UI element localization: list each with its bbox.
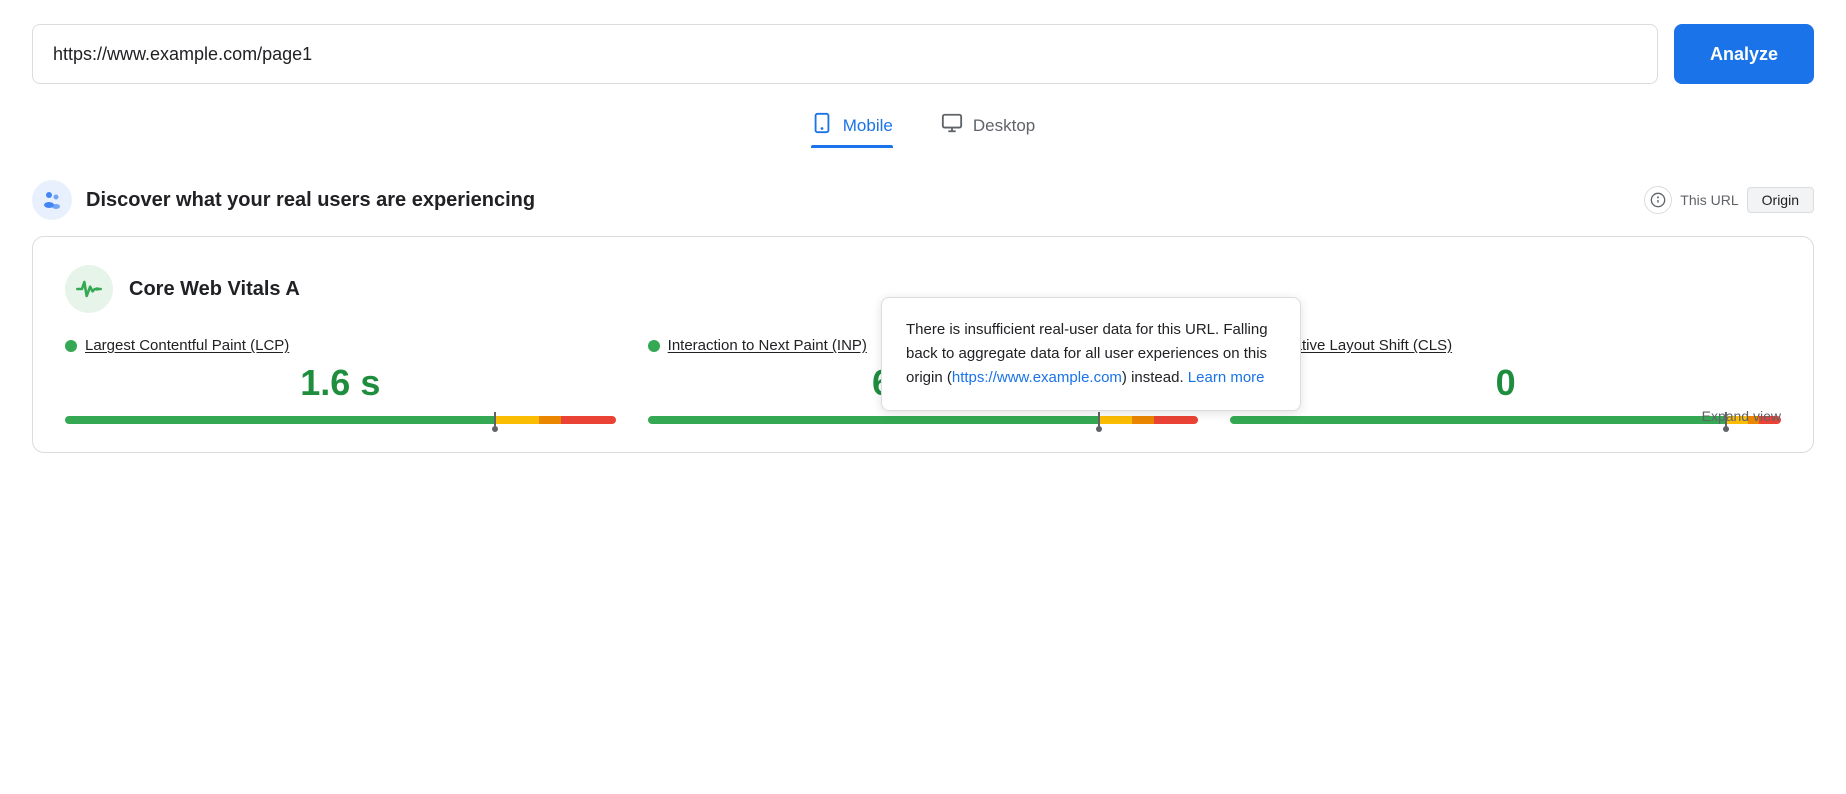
url-input[interactable]: [32, 24, 1658, 84]
section-title: Discover what your real users are experi…: [86, 189, 535, 212]
section-title-group: Discover what your real users are experi…: [32, 180, 535, 220]
inp-status-dot: [648, 340, 660, 352]
cls-label-row: Cumulative Layout Shift (CLS): [1230, 337, 1781, 354]
metric-lcp: Largest Contentful Paint (LCP) 1.6 s: [65, 337, 616, 424]
inp-bar-yellow: [1099, 416, 1132, 424]
cls-bar-green: [1230, 416, 1726, 424]
tab-mobile[interactable]: Mobile: [811, 112, 893, 148]
metric-cls: Cumulative Layout Shift (CLS) 0: [1230, 337, 1781, 424]
inp-bar: [648, 416, 1199, 424]
lcp-bar-yellow: [495, 416, 539, 424]
lcp-value: 1.6 s: [65, 362, 616, 404]
inp-bar-green: [648, 416, 1100, 424]
tooltip-link[interactable]: https://www.example.com: [952, 369, 1122, 386]
section-avatar: [32, 180, 72, 220]
tab-desktop[interactable]: Desktop: [941, 112, 1035, 148]
inp-bar-red: [1154, 416, 1198, 424]
this-url-label[interactable]: This URL: [1680, 192, 1738, 208]
cwv-title: Core Web Vitals A: [129, 278, 300, 301]
inp-marker: [1098, 412, 1100, 428]
main-card: Core Web Vitals A There is insufficient …: [32, 236, 1814, 453]
lcp-bar-orange: [539, 416, 561, 424]
analyze-button[interactable]: Analyze: [1674, 24, 1814, 84]
url-bar-row: Analyze: [32, 24, 1814, 84]
lcp-status-dot: [65, 340, 77, 352]
tab-desktop-label: Desktop: [973, 116, 1035, 136]
inp-link[interactable]: Interaction to Next Paint (INP): [668, 337, 867, 354]
inp-bar-orange: [1132, 416, 1154, 424]
lcp-bar-green: [65, 416, 495, 424]
url-origin-toggle: This URL Origin: [1644, 186, 1814, 214]
section-header: Discover what your real users are experi…: [32, 180, 1814, 220]
lcp-track: [65, 416, 616, 424]
lcp-marker: [494, 412, 496, 428]
tooltip-popup: There is insufficient real-user data for…: [881, 297, 1301, 411]
tooltip-learn-more[interactable]: Learn more: [1188, 369, 1265, 386]
origin-toggle-button[interactable]: Origin: [1747, 187, 1814, 213]
cls-bar: [1230, 416, 1781, 424]
lcp-link[interactable]: Largest Contentful Paint (LCP): [85, 337, 289, 354]
info-icon[interactable]: [1644, 186, 1672, 214]
inp-track: [648, 416, 1199, 424]
tooltip-text-after: ) instead.: [1122, 369, 1184, 386]
device-tabs: Mobile Desktop: [32, 112, 1814, 148]
lcp-label-row: Largest Contentful Paint (LCP): [65, 337, 616, 354]
expand-view-link[interactable]: Expand view: [1702, 408, 1781, 424]
mobile-icon: [811, 112, 833, 140]
cls-value: 0: [1230, 362, 1781, 404]
desktop-icon: [941, 112, 963, 140]
cls-track: [1230, 416, 1781, 424]
tab-mobile-label: Mobile: [843, 116, 893, 136]
lcp-bar: [65, 416, 616, 424]
cwv-icon: [65, 265, 113, 313]
lcp-bar-red: [561, 416, 616, 424]
